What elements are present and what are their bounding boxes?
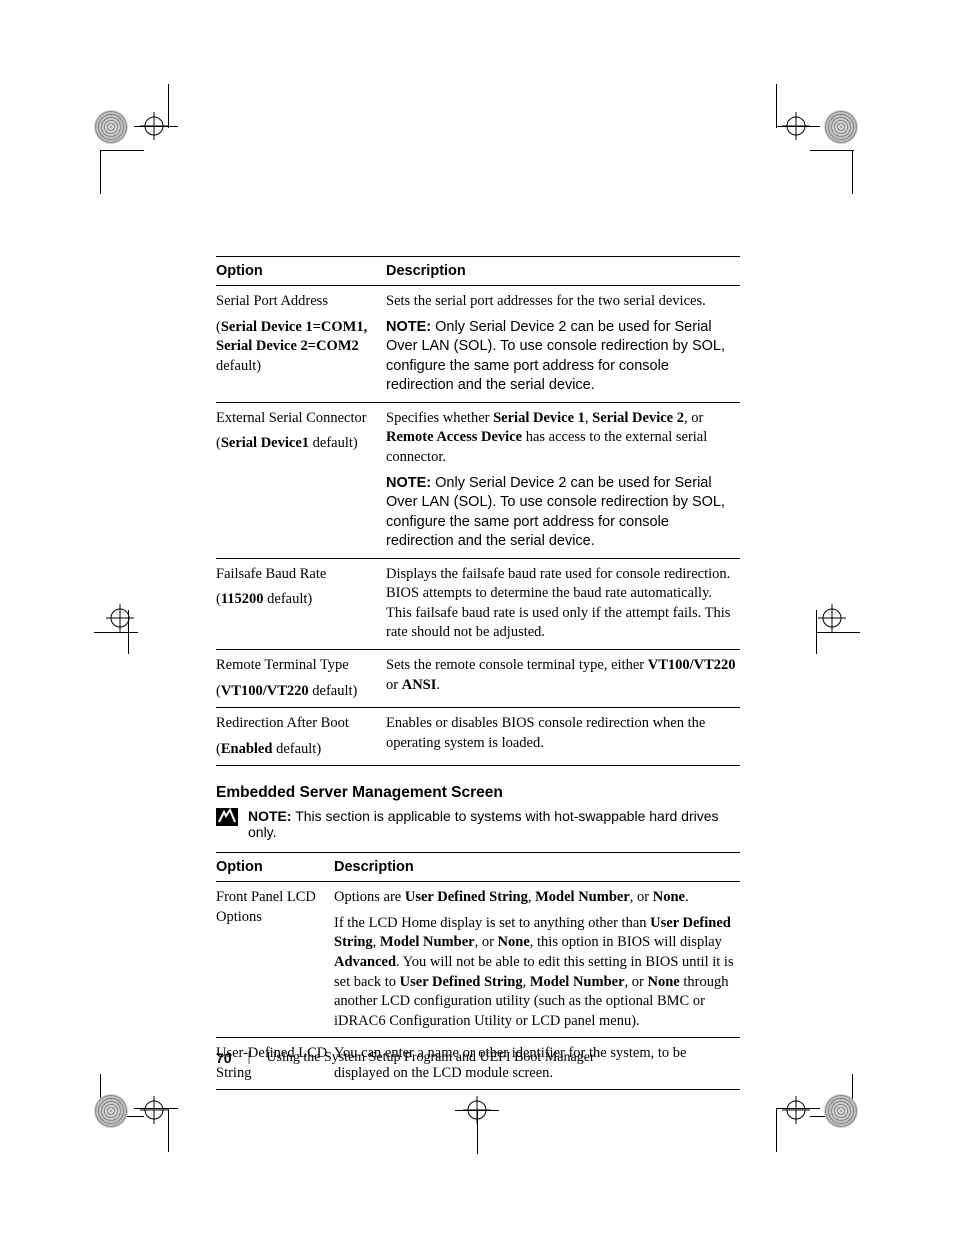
text-bold: None	[653, 889, 685, 905]
text: default)	[309, 435, 358, 451]
registration-mark-icon	[782, 1096, 810, 1124]
note-text: NOTE: This section is applicable to syst…	[248, 808, 740, 840]
description-cell: Sets the remote console terminal type, e…	[386, 650, 740, 708]
option-default: Serial Device 1=COM1, Serial Device 2=CO…	[216, 319, 367, 355]
text: default)	[272, 741, 321, 757]
footer-separator: |	[248, 1050, 251, 1066]
ornament-icon	[94, 110, 128, 144]
option-name: External Serial Connector	[216, 410, 367, 426]
text-bold: Serial Device 1	[493, 410, 585, 426]
text: .	[685, 889, 689, 905]
note-body: Only Serial Device 2 can be used for Ser…	[386, 319, 725, 394]
description-cell: Displays the failsafe baud rate used for…	[386, 558, 740, 649]
text: .	[436, 677, 440, 693]
text: Options are	[334, 889, 405, 905]
section-note: NOTE: This section is applicable to syst…	[216, 808, 740, 840]
table-header-option: Option	[216, 257, 386, 286]
option-name: Failsafe Baud Rate	[216, 566, 326, 582]
option-default: Serial Device1	[221, 435, 309, 451]
option-cell: Redirection After Boot (Enabled default)	[216, 708, 386, 766]
text-bold: ANSI	[402, 677, 437, 693]
text-bold: User Defined String	[405, 889, 528, 905]
text: Sets the serial port addresses for the t…	[386, 293, 706, 309]
text: default)	[216, 358, 261, 374]
text-bold: VT100/VT220	[648, 657, 736, 673]
text: Sets the remote console terminal type, e…	[386, 657, 648, 673]
section-heading: Embedded Server Management Screen	[216, 784, 740, 802]
text-bold: Serial Device 2	[592, 410, 684, 426]
options-table-1: Option Description Serial Port Address (…	[216, 256, 740, 766]
table-row: Remote Terminal Type (VT100/VT220 defaul…	[216, 650, 740, 708]
note-icon	[216, 808, 238, 826]
option-default: Enabled	[221, 741, 273, 757]
page-body: Option Description Serial Port Address (…	[216, 256, 740, 1090]
registration-mark-icon	[140, 112, 168, 140]
option-cell: External Serial Connector (Serial Device…	[216, 402, 386, 558]
text: , or	[630, 889, 653, 905]
text-bold: Model Number	[535, 889, 630, 905]
option-cell: Serial Port Address (Serial Device 1=COM…	[216, 286, 386, 403]
table-header-description: Description	[334, 853, 740, 882]
option-cell: Failsafe Baud Rate (115200 default)	[216, 558, 386, 649]
text: , this option in BIOS will display	[530, 934, 722, 950]
registration-mark-icon	[818, 604, 846, 632]
description-cell: Options are User Defined String, Model N…	[334, 882, 740, 1038]
text: default)	[264, 591, 313, 607]
page-number: 70	[216, 1050, 232, 1066]
option-default: VT100/VT220	[221, 683, 309, 699]
note-body: Only Serial Device 2 can be used for Ser…	[386, 475, 725, 550]
ornament-icon	[824, 110, 858, 144]
option-name: Serial Port Address	[216, 293, 328, 309]
option-cell: Remote Terminal Type (VT100/VT220 defaul…	[216, 650, 386, 708]
text: Specifies whether	[386, 410, 493, 426]
note-body: This section is applicable to systems wi…	[248, 808, 719, 840]
table-row: Serial Port Address (Serial Device 1=COM…	[216, 286, 740, 403]
text: or	[386, 677, 402, 693]
note-label: NOTE:	[248, 808, 292, 824]
description-cell: Sets the serial port addresses for the t…	[386, 286, 740, 403]
text: , or	[684, 410, 703, 426]
table-header-description: Description	[386, 257, 740, 286]
text-bold: Model Number	[530, 974, 625, 990]
chapter-title: Using the System Setup Program and UEFI …	[266, 1050, 594, 1066]
text-bold: Remote Access Device	[386, 429, 522, 445]
text: ,	[523, 974, 530, 990]
ornament-icon	[824, 1094, 858, 1128]
text-bold: Model Number	[380, 934, 475, 950]
registration-mark-icon	[782, 112, 810, 140]
text: If the LCD Home display is set to anythi…	[334, 915, 650, 931]
text-bold: User Defined String	[400, 974, 523, 990]
ornament-icon	[94, 1094, 128, 1128]
description-cell: Enables or disables BIOS console redirec…	[386, 708, 740, 766]
text: , or	[625, 974, 648, 990]
option-name: Redirection After Boot	[216, 715, 349, 731]
table-row: Failsafe Baud Rate (115200 default) Disp…	[216, 558, 740, 649]
text-bold: None	[498, 934, 530, 950]
description-cell: Specifies whether Serial Device 1, Seria…	[386, 402, 740, 558]
note-label: NOTE:	[386, 319, 431, 335]
page: Option Description Serial Port Address (…	[0, 0, 954, 1235]
option-cell: Front Panel LCD Options	[216, 882, 334, 1038]
text: default)	[309, 683, 358, 699]
registration-mark-icon	[140, 1096, 168, 1124]
text: Displays the failsafe baud rate used for…	[386, 566, 730, 641]
text: ,	[373, 934, 380, 950]
option-name: Remote Terminal Type	[216, 657, 349, 673]
text-bold: Advanced	[334, 954, 396, 970]
table-row: External Serial Connector (Serial Device…	[216, 402, 740, 558]
option-name: Front Panel LCD Options	[216, 889, 316, 925]
table-row: Redirection After Boot (Enabled default)…	[216, 708, 740, 766]
registration-mark-icon	[106, 604, 134, 632]
table-header-option: Option	[216, 853, 334, 882]
text: , or	[475, 934, 498, 950]
table-row: Front Panel LCD Options Options are User…	[216, 882, 740, 1038]
page-footer: 70 | Using the System Setup Program and …	[216, 1050, 740, 1066]
text-bold: None	[647, 974, 679, 990]
option-default: 115200	[221, 591, 264, 607]
text: Enables or disables BIOS console redirec…	[386, 715, 705, 751]
note-label: NOTE:	[386, 475, 431, 491]
